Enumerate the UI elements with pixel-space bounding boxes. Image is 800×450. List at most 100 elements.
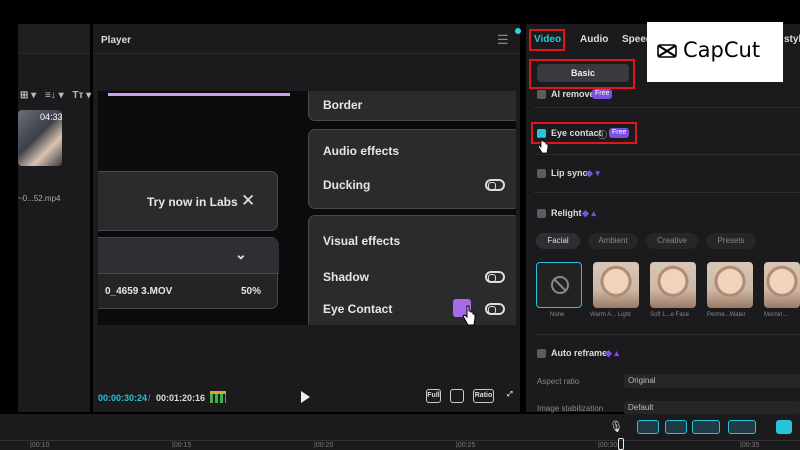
shadow-label: Shadow (323, 270, 370, 284)
preset-label: Perme...Water (707, 312, 746, 318)
audio-meter-icon (210, 391, 226, 403)
preset-label: None (550, 312, 565, 318)
media-panel-header (18, 24, 90, 54)
border-card: Border (308, 91, 516, 121)
tick-label: |00:10 (30, 442, 50, 449)
tick-label: |00:35 (740, 442, 760, 449)
zoom-fit-icon[interactable] (450, 389, 464, 403)
media-file-name: ~0...52.mp4 (18, 194, 61, 203)
close-icon[interactable]: ✕ (241, 191, 255, 211)
premium-icon: ◆ ▴ (582, 208, 596, 218)
aspect-ratio-label: Aspect ratio (537, 377, 580, 386)
visual-effects-label: Visual effects (323, 234, 401, 248)
chevron-down-icon[interactable]: ⌄ (235, 246, 247, 263)
none-icon (551, 276, 569, 294)
time-separator: / (148, 393, 151, 403)
ai-remove-label: AI remove (551, 89, 595, 99)
relight-tab-facial[interactable]: Facial (536, 233, 580, 249)
divider (534, 107, 800, 108)
ratio-button[interactable]: Ratio (473, 389, 494, 403)
playhead[interactable] (618, 438, 624, 450)
divider (534, 334, 800, 335)
menu-icon[interactable]: ☰ (497, 32, 509, 48)
tab-audio[interactable]: Audio (580, 34, 608, 45)
expand-icon[interactable]: ⤢ (505, 389, 515, 403)
capcut-logo-text: CapCut (683, 38, 761, 62)
visual-effects-card: Visual effects Shadow Eye Contact (308, 215, 516, 325)
preview-axis-icon[interactable] (692, 420, 720, 434)
capcut-logo-icon (657, 44, 677, 58)
preset-label: Soft L...e Face (650, 312, 690, 318)
preset-thumbnail[interactable] (764, 262, 800, 308)
border-label: Border (323, 98, 363, 112)
tick-label: |00:25 (456, 442, 476, 449)
view-toggle-button[interactable]: ⊞ ▾ (20, 90, 36, 101)
hand-cursor-icon (462, 305, 476, 326)
auto-reframe-label: Auto reframe (551, 348, 608, 358)
player-panel: Player ☰ Border Try now in Labs ✕ ⌄ 0_46… (93, 24, 521, 412)
split-icon[interactable] (728, 420, 756, 434)
eye-contact-toggle[interactable] (485, 303, 505, 315)
lip-sync-checkbox[interactable] (537, 169, 546, 178)
inspector-panel: Video Audio Speed styl Basic AI remove F… (526, 24, 800, 415)
tick-label: |00:20 (314, 442, 334, 449)
relight-label: Relight (551, 208, 582, 218)
highlight-box-video (529, 29, 565, 51)
highlight-box-basic (529, 59, 635, 89)
aspect-ratio-select[interactable]: Original (624, 374, 800, 388)
ducking-toggle[interactable] (485, 179, 505, 191)
stabilization-label: Image stabilization (537, 404, 604, 413)
relight-tab-presets[interactable]: Presets (706, 233, 756, 249)
timeline-ruler (0, 440, 800, 441)
player-title: Player (101, 35, 132, 46)
stabilization-select[interactable]: Default (624, 401, 800, 415)
ducking-label: Ducking (323, 178, 371, 192)
shadow-toggle[interactable] (485, 271, 505, 283)
lightning-icon[interactable] (776, 420, 792, 434)
labs-text[interactable]: Try now in Labs (147, 195, 238, 209)
premium-icon: ◆ ▴ (605, 348, 619, 358)
media-panel: ⊞ ▾ ≡↓ ▾ Tᴛ ▾ 04:33 ~0...52.mp4 (18, 24, 91, 412)
microphone-icon[interactable]: 🎙 (609, 420, 623, 433)
labs-card: Try now in Labs ✕ (98, 171, 278, 231)
auto-reframe-checkbox[interactable] (537, 349, 546, 358)
preset-label: Warm A... Light (590, 312, 631, 318)
fullscreen-quality-button[interactable]: Full (426, 389, 441, 403)
player-controls: 00:00:30:24 / 00:01:20:16 Full Ratio ⤢ (93, 379, 520, 409)
canvas-progress: 50% (241, 286, 262, 297)
preset-thumbnail[interactable] (593, 262, 639, 308)
divider (534, 192, 800, 193)
ai-remove-checkbox[interactable] (537, 90, 546, 99)
filter-button[interactable]: Tᴛ ▾ (72, 90, 91, 101)
premium-icon: ◆ ▾ (586, 168, 600, 178)
preset-none-tile[interactable] (536, 262, 582, 308)
timeline: 🎙 |00:10 |00:15 |00:20 |00:25 |00:30 |00… (0, 414, 800, 450)
notification-dot (515, 28, 521, 34)
preset-thumbnail[interactable] (650, 262, 696, 308)
relight-tab-creative[interactable]: Creative (646, 233, 698, 249)
file-card: ⌄ 0_4659 3.MOV 50% (98, 237, 279, 309)
preview-canvas[interactable]: Border Try now in Labs ✕ ⌄ 0_4659 3.MOV … (98, 91, 516, 325)
tick-label: |00:30 (598, 442, 618, 449)
lip-sync-label: Lip sync (551, 168, 588, 178)
preset-label: Mornin... (764, 312, 788, 318)
current-time: 00:00:30:24 (98, 393, 148, 403)
thumbnail-duration: 04:33 (40, 112, 63, 122)
sort-button[interactable]: ≡↓ ▾ (45, 90, 64, 101)
audio-effects-label: Audio effects (323, 144, 400, 158)
media-toolbar: ⊞ ▾ ≡↓ ▾ Tᴛ ▾ (20, 90, 97, 101)
preset-thumbnail[interactable] (707, 262, 753, 308)
eye-contact-label: Eye Contact (323, 302, 393, 316)
tick-label: |00:15 (172, 442, 192, 449)
capcut-logo: CapCut (647, 22, 783, 82)
hand-cursor-icon (537, 137, 549, 154)
divider (534, 154, 800, 155)
tab-style[interactable]: styl (784, 34, 800, 45)
link-clips-icon[interactable] (637, 420, 659, 434)
player-header: Player ☰ (93, 24, 521, 54)
play-icon[interactable] (301, 391, 310, 403)
snap-icon[interactable] (665, 420, 687, 434)
relight-checkbox[interactable] (537, 209, 546, 218)
audio-effects-card: Audio effects Ducking (308, 129, 516, 209)
relight-tab-ambient[interactable]: Ambient (588, 233, 638, 249)
